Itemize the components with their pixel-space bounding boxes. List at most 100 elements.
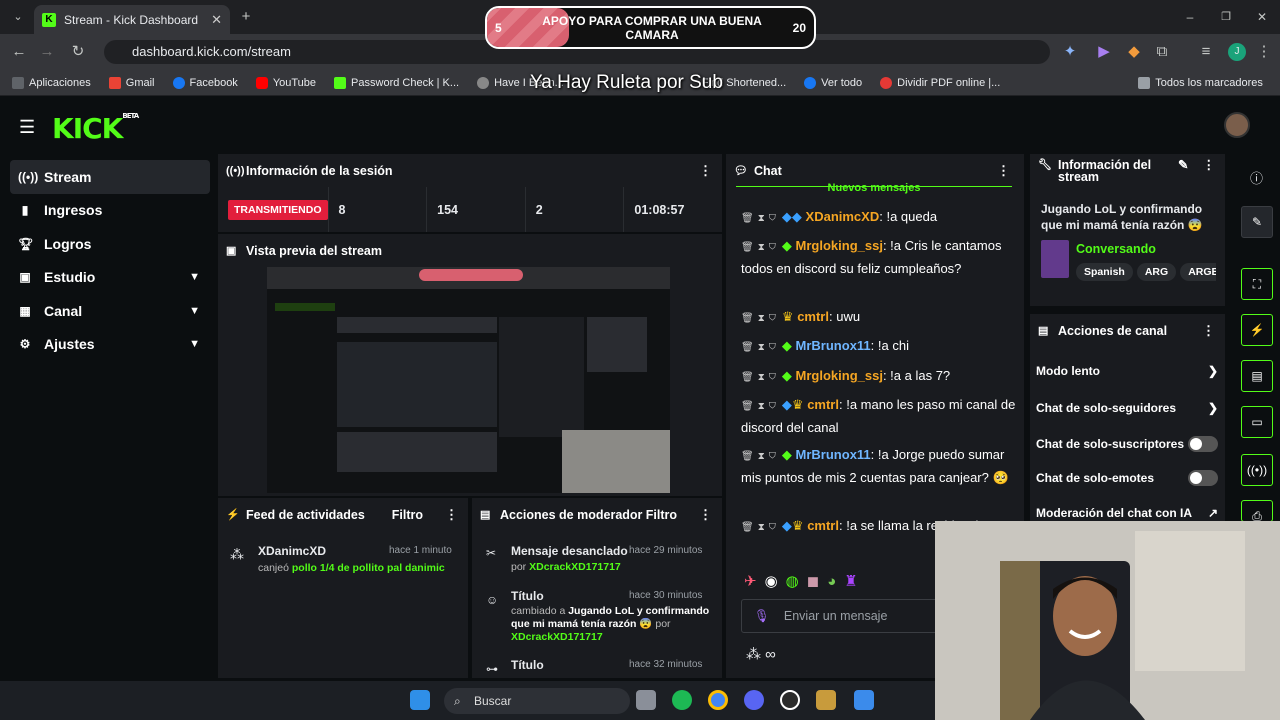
- browser-menu-icon[interactable]: ⋮: [1254, 42, 1274, 62]
- league-icon[interactable]: [816, 690, 836, 710]
- emote-icon[interactable]: ◉: [765, 573, 786, 590]
- bookmark-dividir-pdf[interactable]: Dividir PDF online |...: [880, 76, 1000, 89]
- menu-icon[interactable]: ☰: [19, 117, 35, 138]
- edit-pencil-icon[interactable]: ✎: [1178, 159, 1188, 172]
- mod-tools-icon[interactable]: 🗑︎⧗⛉: [741, 522, 780, 533]
- sidebar-item-ingresos[interactable]: ▮ Ingresos: [10, 194, 210, 228]
- subscribers-only-toggle[interactable]: [1188, 436, 1218, 452]
- microphone-icon[interactable]: 🎙︎: [754, 609, 770, 624]
- chrome-icon[interactable]: [708, 690, 728, 710]
- discord-icon[interactable]: [744, 690, 764, 710]
- new-tab-icon[interactable]: +: [236, 7, 256, 27]
- modaction-title: Mensaje desanclado: [511, 544, 628, 558]
- window-close-icon[interactable]: ✕: [1252, 7, 1272, 27]
- category-thumbnail[interactable]: [1041, 240, 1069, 278]
- sidebar-item-logros[interactable]: 🏆︎ Logros: [10, 227, 210, 261]
- kick-logo[interactable]: KICKBETA: [52, 112, 139, 145]
- maximize-icon[interactable]: ❐: [1216, 7, 1236, 27]
- tag[interactable]: Spanish: [1076, 263, 1133, 281]
- chat-message[interactable]: 🗑︎⧗⛉ ◆ Mrgloking_ssj: !a Cris le cantamos…: [741, 235, 1019, 279]
- profile-avatar[interactable]: J: [1228, 43, 1246, 61]
- bookmark-password-check[interactable]: Password Check | K...: [334, 76, 459, 89]
- tab-search-icon[interactable]: ⌄: [8, 7, 28, 27]
- mod-tools-icon[interactable]: 🗑︎⧗⛉: [741, 242, 780, 253]
- stream-preview-video[interactable]: [267, 267, 670, 493]
- emotes-only-toggle[interactable]: [1188, 470, 1218, 486]
- browser-tab[interactable]: K Stream - Kick Dashboard ✕: [34, 5, 230, 34]
- mod-filter-button[interactable]: Filtro: [646, 508, 677, 522]
- notepad-icon[interactable]: [854, 690, 874, 710]
- more-icon[interactable]: ⋮: [445, 507, 458, 523]
- tab-close-icon[interactable]: ✕: [211, 12, 222, 28]
- emote-icon[interactable]: ◍: [786, 573, 807, 590]
- user-avatar[interactable]: [1224, 112, 1250, 138]
- feed-filter-button[interactable]: Filtro: [392, 508, 423, 522]
- tag[interactable]: ARG: [1136, 263, 1177, 281]
- emote-icon[interactable]: ✈: [744, 573, 765, 590]
- spotify-icon[interactable]: [672, 690, 692, 710]
- extension-icon[interactable]: ◆: [1124, 42, 1144, 62]
- extension-icon[interactable]: ✦: [1060, 42, 1080, 62]
- emote-bar[interactable]: ✈◉◍◼◕♜: [744, 572, 866, 590]
- sidebar-item-estudio[interactable]: ▣ Estudio ▼: [10, 261, 210, 295]
- chat-message[interactable]: 🗑︎⧗⛉ ◆ MrBrunox11: !a Jorge puedo sumar m…: [741, 444, 1019, 488]
- bookmark-gmail[interactable]: Gmail: [108, 76, 155, 89]
- printer-icon[interactable]: ⎙: [1241, 500, 1273, 523]
- windows-start-icon[interactable]: [410, 690, 430, 710]
- sidebar-item-canal[interactable]: ▦ Canal ▼: [10, 294, 210, 328]
- extensions-puzzle-icon[interactable]: ⧉: [1152, 42, 1172, 62]
- file-explorer-icon[interactable]: [636, 690, 656, 710]
- reading-list-icon[interactable]: ≡: [1196, 42, 1216, 62]
- chat-message[interactable]: 🗑︎⧗⛉ ◆ MrBrunox11: !a chi: [741, 335, 1019, 358]
- more-icon[interactable]: ⋮: [1202, 323, 1215, 339]
- bookmark-all-folder[interactable]: Todos los marcadores: [1138, 76, 1263, 89]
- minimize-icon[interactable]: –: [1180, 7, 1200, 27]
- trophy-icon: 🏆︎: [18, 236, 34, 251]
- chat-message[interactable]: 🗑︎⧗⛉ ◆◆ XDanimcXD: !a queda: [741, 206, 1019, 229]
- clip-icon[interactable]: ⛶: [1241, 268, 1273, 300]
- extension-icon[interactable]: ▶: [1094, 42, 1114, 62]
- notes-icon[interactable]: ▤: [1241, 360, 1273, 392]
- emote-icon[interactable]: ♜: [844, 573, 865, 590]
- channel-points[interactable]: ⁂ ∞: [746, 645, 776, 663]
- edit-icon[interactable]: ✎: [1241, 206, 1273, 238]
- taskbar-search[interactable]: ⌕ Buscar: [444, 688, 630, 714]
- emote-icon[interactable]: ◕: [827, 573, 844, 590]
- bookmark-apps[interactable]: Aplicaciones: [12, 76, 91, 89]
- more-icon[interactable]: ⋮: [1203, 159, 1216, 172]
- category-name[interactable]: Conversando: [1076, 242, 1156, 256]
- ruleta-overlay-text: Ya Hay Ruleta por Sub: [530, 72, 723, 93]
- chevron-down-icon: ▼: [189, 338, 200, 351]
- mod-tools-icon[interactable]: 🗑︎⧗⛉: [741, 342, 780, 353]
- broadcast-icon[interactable]: ((•)): [1241, 454, 1273, 486]
- sidebar-item-ajustes[interactable]: ⚙ Ajustes ▼: [10, 328, 210, 362]
- bookmark-youtube[interactable]: YouTube: [255, 76, 316, 89]
- obs-icon[interactable]: [780, 690, 800, 710]
- info-icon[interactable]: ⓘ: [1250, 168, 1263, 187]
- reload-icon[interactable]: ↻: [68, 42, 88, 62]
- bookmark-ver-todo[interactable]: Ver todo: [804, 76, 862, 89]
- chat-icon[interactable]: ▭: [1241, 406, 1273, 438]
- back-icon[interactable]: ←: [9, 42, 29, 62]
- more-icon[interactable]: ⋮: [997, 163, 1010, 179]
- emote-icon[interactable]: ◼: [807, 573, 827, 590]
- mod-tools-icon[interactable]: 🗑︎⧗⛉: [741, 401, 780, 412]
- more-icon[interactable]: ⋮: [699, 507, 712, 523]
- chat-message[interactable]: 🗑︎⧗⛉ ♛ cmtrl: uwu: [741, 306, 1019, 329]
- chat-message[interactable]: 🗑︎⧗⛉ ◆ Mrgloking_ssj: !a a las 7?: [741, 365, 1019, 388]
- forward-icon[interactable]: →: [37, 42, 57, 62]
- tag[interactable]: ARGEN: [1180, 263, 1216, 281]
- chat-message[interactable]: 🗑︎⧗⛉ ◆♛ cmtrl: !a mano les paso mi canal …: [741, 394, 1019, 438]
- bolt-icon[interactable]: ⚡: [1241, 314, 1273, 346]
- slow-mode-row[interactable]: Modo lento ❯: [1036, 364, 1218, 378]
- bolt-icon: ⚡: [226, 509, 240, 521]
- more-icon[interactable]: ⋮: [699, 163, 712, 179]
- sidebar-item-stream[interactable]: ((•)) Stream: [10, 160, 210, 194]
- ai-moderation-row[interactable]: Moderación del chat con IA ↗: [1036, 506, 1218, 520]
- mod-tools-icon[interactable]: 🗑︎⧗⛉: [741, 213, 780, 224]
- bookmark-facebook[interactable]: Facebook: [172, 76, 238, 89]
- mod-tools-icon[interactable]: 🗑︎⧗⛉: [741, 451, 780, 462]
- mod-tools-icon[interactable]: 🗑︎⧗⛉: [741, 313, 780, 324]
- mod-tools-icon[interactable]: 🗑︎⧗⛉: [741, 372, 780, 383]
- followers-only-row[interactable]: Chat de solo-seguidores ❯: [1036, 401, 1218, 415]
